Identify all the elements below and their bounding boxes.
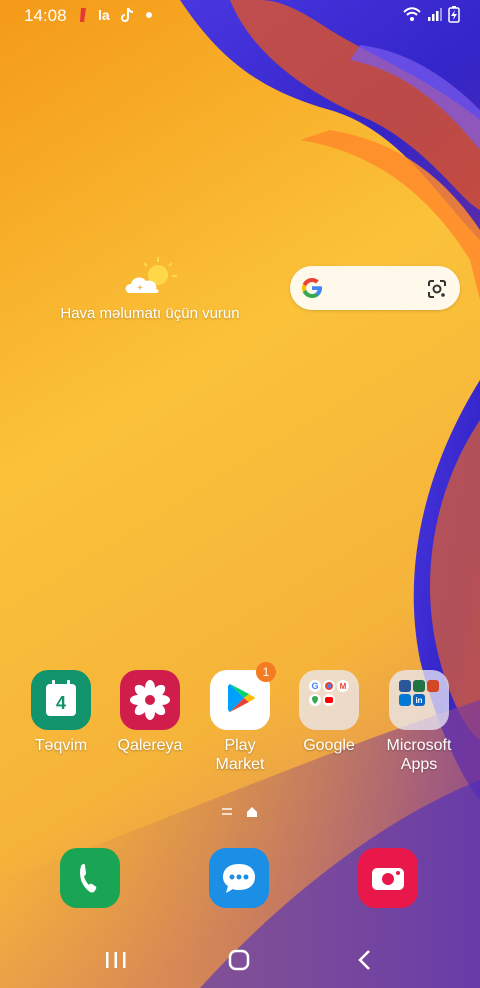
google-search-bar[interactable] (290, 266, 460, 310)
dock-phone[interactable] (60, 848, 120, 908)
dot-icon (146, 12, 152, 18)
weather-label: Hava məlumatı üçün vurun (60, 305, 240, 322)
app-label-google: Google (303, 737, 355, 754)
svg-text:la: la (98, 7, 110, 23)
svg-text:G: G (311, 681, 318, 691)
app-calendar[interactable]: 4 Təqvim (16, 670, 106, 755)
page-indicator[interactable] (222, 806, 262, 818)
home-page-icon (247, 807, 257, 817)
svg-text:+: + (137, 283, 143, 294)
signal-icon (428, 8, 442, 21)
svg-text:M: M (340, 682, 347, 691)
app-label-line1: Play (224, 737, 256, 754)
gallery-flower-icon (120, 670, 180, 730)
tiktok-icon (121, 7, 134, 22)
google-play-icon: 1 (210, 662, 276, 730)
wallpaper (0, 0, 480, 988)
app-label-line2: Apps (400, 756, 438, 773)
status-time: 14:08 (24, 6, 67, 25)
partly-cloudy-icon: + (125, 257, 177, 294)
app-label-calendar: Təqvim (34, 737, 88, 754)
camera-icon (372, 868, 404, 890)
dock-messages[interactable] (209, 848, 269, 908)
wifi-icon (403, 7, 421, 21)
calendar-day: 4 (56, 693, 66, 713)
google-lens-icon[interactable] (426, 278, 448, 300)
battery-charging-icon (448, 6, 460, 23)
folder-google[interactable]: G M Google (284, 670, 374, 755)
calendar-icon: 4 (31, 670, 91, 730)
google-g-icon (302, 278, 322, 298)
app-gallery[interactable]: Qalereya (105, 670, 195, 755)
red-app-icon (80, 8, 86, 22)
app-label-gallery: Qalereya (117, 737, 183, 754)
weather-widget[interactable]: + Hava məlumatı üçün vurun (40, 255, 260, 327)
menu-lines-icon (222, 808, 232, 815)
back-icon[interactable] (345, 944, 385, 976)
messages-icon (223, 864, 255, 893)
svg-text:in: in (415, 696, 422, 705)
folder-icon: G M (299, 670, 359, 730)
app-label-line1: Microsoft (386, 737, 452, 754)
app-play-market[interactable]: 1 Play Market (195, 662, 285, 774)
la-app-icon: la (98, 7, 110, 23)
phone-icon (80, 864, 97, 893)
notification-badge: 1 (256, 662, 276, 682)
home-icon[interactable] (219, 944, 259, 976)
app-label-line2: Market (215, 756, 265, 773)
status-bar: 14:08 la (0, 0, 480, 32)
recents-icon[interactable] (96, 944, 136, 976)
folder-icon: in (389, 670, 449, 730)
app-label-play-market: Play Market (195, 736, 285, 774)
dock-camera[interactable] (358, 848, 418, 908)
app-label-microsoft-apps: Microsoft Apps (374, 736, 464, 774)
folder-microsoft-apps[interactable]: in Microsoft Apps (374, 670, 464, 774)
